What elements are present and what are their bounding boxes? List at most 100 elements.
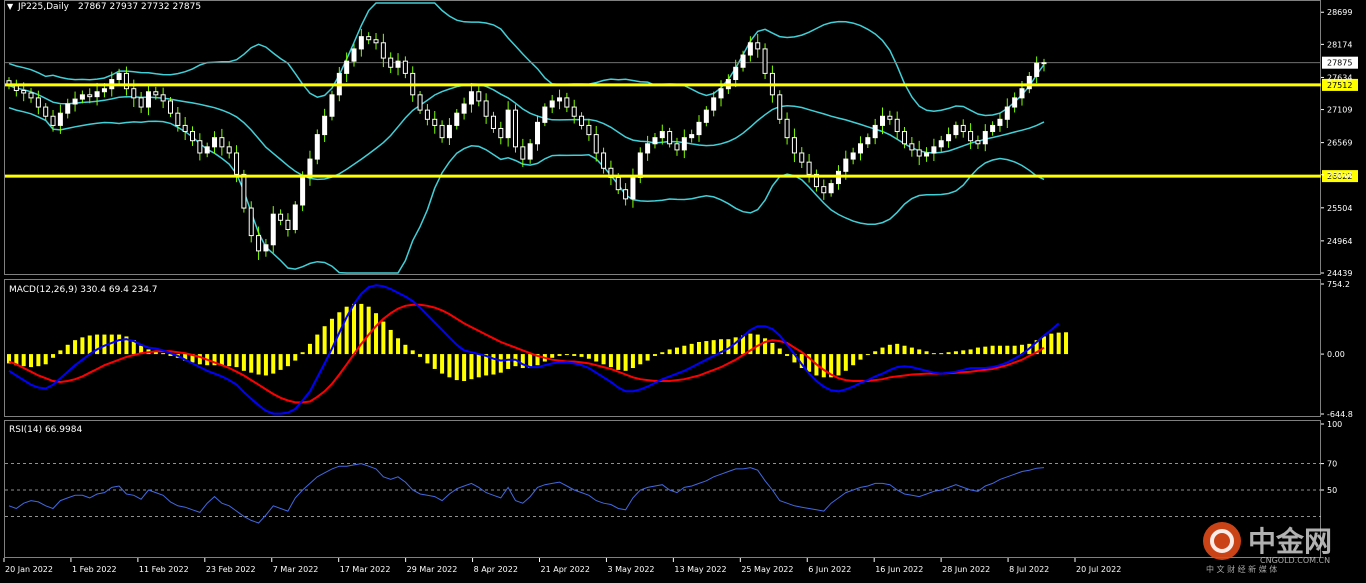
candle-body[interactable] bbox=[777, 94, 783, 120]
candle-body[interactable] bbox=[894, 118, 900, 133]
candle-body[interactable] bbox=[960, 124, 966, 133]
trading-chart[interactable]: 275122602227875 28699 28174 27634 27109 2656… bbox=[0, 0, 1366, 579]
candle-body[interactable] bbox=[490, 115, 496, 129]
candle-body[interactable] bbox=[432, 118, 438, 126]
candle-body[interactable] bbox=[256, 235, 262, 252]
candle-body[interactable] bbox=[468, 91, 474, 105]
candle-body[interactable] bbox=[1026, 75, 1032, 90]
candle-body[interactable] bbox=[740, 54, 746, 68]
candle-body[interactable] bbox=[1041, 62, 1047, 65]
candle-body[interactable] bbox=[946, 134, 952, 142]
candle-body[interactable] bbox=[50, 115, 56, 126]
candle-body[interactable] bbox=[857, 143, 863, 154]
candle-body[interactable] bbox=[175, 112, 181, 126]
candle-body[interactable] bbox=[784, 118, 790, 139]
candle-body[interactable] bbox=[138, 97, 144, 108]
candle-body[interactable] bbox=[380, 42, 386, 59]
candle-body[interactable] bbox=[557, 97, 563, 102]
candle-body[interactable] bbox=[424, 109, 430, 120]
candle-body[interactable] bbox=[747, 42, 753, 56]
candle-body[interactable] bbox=[358, 36, 364, 50]
candle-body[interactable] bbox=[652, 137, 658, 145]
candle-body[interactable] bbox=[799, 152, 805, 163]
candle-body[interactable] bbox=[373, 39, 379, 44]
candle-body[interactable] bbox=[94, 91, 100, 98]
candle-body[interactable] bbox=[880, 115, 886, 126]
candle-body[interactable] bbox=[938, 140, 944, 148]
candle-body[interactable] bbox=[461, 103, 467, 114]
candle-body[interactable] bbox=[806, 161, 812, 175]
candle-body[interactable] bbox=[43, 106, 49, 117]
candle-body[interactable] bbox=[505, 109, 511, 139]
candle-body[interactable] bbox=[344, 60, 350, 74]
macd-pane[interactable] bbox=[6, 284, 1069, 415]
candle-body[interactable] bbox=[314, 134, 320, 160]
candle-body[interactable] bbox=[630, 176, 636, 200]
candle-body[interactable] bbox=[285, 219, 291, 230]
candle-body[interactable] bbox=[623, 189, 629, 200]
candle-body[interactable] bbox=[872, 124, 878, 139]
candle-body[interactable] bbox=[975, 140, 981, 145]
candle-body[interactable] bbox=[593, 134, 599, 154]
candle-body[interactable] bbox=[160, 94, 166, 102]
candle-body[interactable] bbox=[241, 173, 247, 209]
candle-body[interactable] bbox=[21, 90, 27, 94]
candle-body[interactable] bbox=[388, 57, 394, 68]
candle-body[interactable] bbox=[549, 100, 555, 108]
candle-body[interactable] bbox=[439, 124, 445, 139]
candle-body[interactable] bbox=[850, 152, 856, 160]
candle-body[interactable] bbox=[72, 98, 78, 105]
candle-body[interactable] bbox=[637, 152, 643, 178]
candle-body[interactable] bbox=[924, 152, 930, 157]
candle-body[interactable] bbox=[417, 94, 423, 111]
candle-body[interactable] bbox=[300, 176, 306, 206]
candle-body[interactable] bbox=[843, 158, 849, 172]
candle-body[interactable] bbox=[263, 244, 269, 252]
candle-body[interactable] bbox=[762, 48, 768, 74]
candle-body[interactable] bbox=[681, 137, 687, 151]
candle-body[interactable] bbox=[116, 72, 122, 81]
candle-body[interactable] bbox=[454, 112, 460, 126]
candle-body[interactable] bbox=[101, 88, 107, 93]
candle-body[interactable] bbox=[579, 115, 585, 126]
candle-body[interactable] bbox=[601, 152, 607, 169]
candle-body[interactable] bbox=[718, 88, 724, 99]
candle-body[interactable] bbox=[131, 88, 137, 99]
candle-body[interactable] bbox=[674, 143, 680, 151]
candle-body[interactable] bbox=[476, 91, 482, 102]
candle-body[interactable] bbox=[483, 100, 489, 117]
candle-body[interactable] bbox=[498, 127, 504, 139]
candle-body[interactable] bbox=[197, 140, 203, 154]
candle-body[interactable] bbox=[512, 109, 518, 148]
candle-body[interactable] bbox=[527, 143, 533, 160]
candle-body[interactable] bbox=[916, 149, 922, 157]
candle-body[interactable] bbox=[667, 131, 673, 145]
candle-body[interactable] bbox=[828, 183, 834, 194]
candle-body[interactable] bbox=[696, 121, 702, 136]
candle-body[interactable] bbox=[968, 131, 974, 142]
candle-body[interactable] bbox=[990, 124, 996, 133]
collapse-arrow-icon[interactable]: ▼ bbox=[7, 2, 14, 11]
candle-body[interactable] bbox=[535, 121, 541, 145]
candle-body[interactable] bbox=[703, 109, 709, 123]
candle-body[interactable] bbox=[586, 124, 592, 136]
candle-body[interactable] bbox=[292, 204, 298, 230]
candle-body[interactable] bbox=[821, 186, 827, 194]
candle-body[interactable] bbox=[234, 152, 240, 175]
candle-body[interactable] bbox=[278, 213, 284, 221]
candle-body[interactable] bbox=[270, 213, 276, 246]
candle-body[interactable] bbox=[571, 106, 577, 117]
candle-body[interactable] bbox=[190, 131, 196, 142]
candle-body[interactable] bbox=[953, 124, 959, 136]
candle-body[interactable] bbox=[57, 112, 63, 126]
candle-body[interactable] bbox=[997, 118, 1003, 126]
candle-body[interactable] bbox=[212, 137, 218, 148]
candle-body[interactable] bbox=[145, 91, 151, 108]
candle-body[interactable] bbox=[351, 48, 357, 62]
candle-body[interactable] bbox=[711, 97, 717, 111]
candle-body[interactable] bbox=[1012, 97, 1018, 108]
candle-body[interactable] bbox=[79, 94, 85, 100]
candle-body[interactable] bbox=[153, 91, 159, 96]
candle-body[interactable] bbox=[28, 92, 34, 99]
candle-body[interactable] bbox=[446, 124, 452, 139]
